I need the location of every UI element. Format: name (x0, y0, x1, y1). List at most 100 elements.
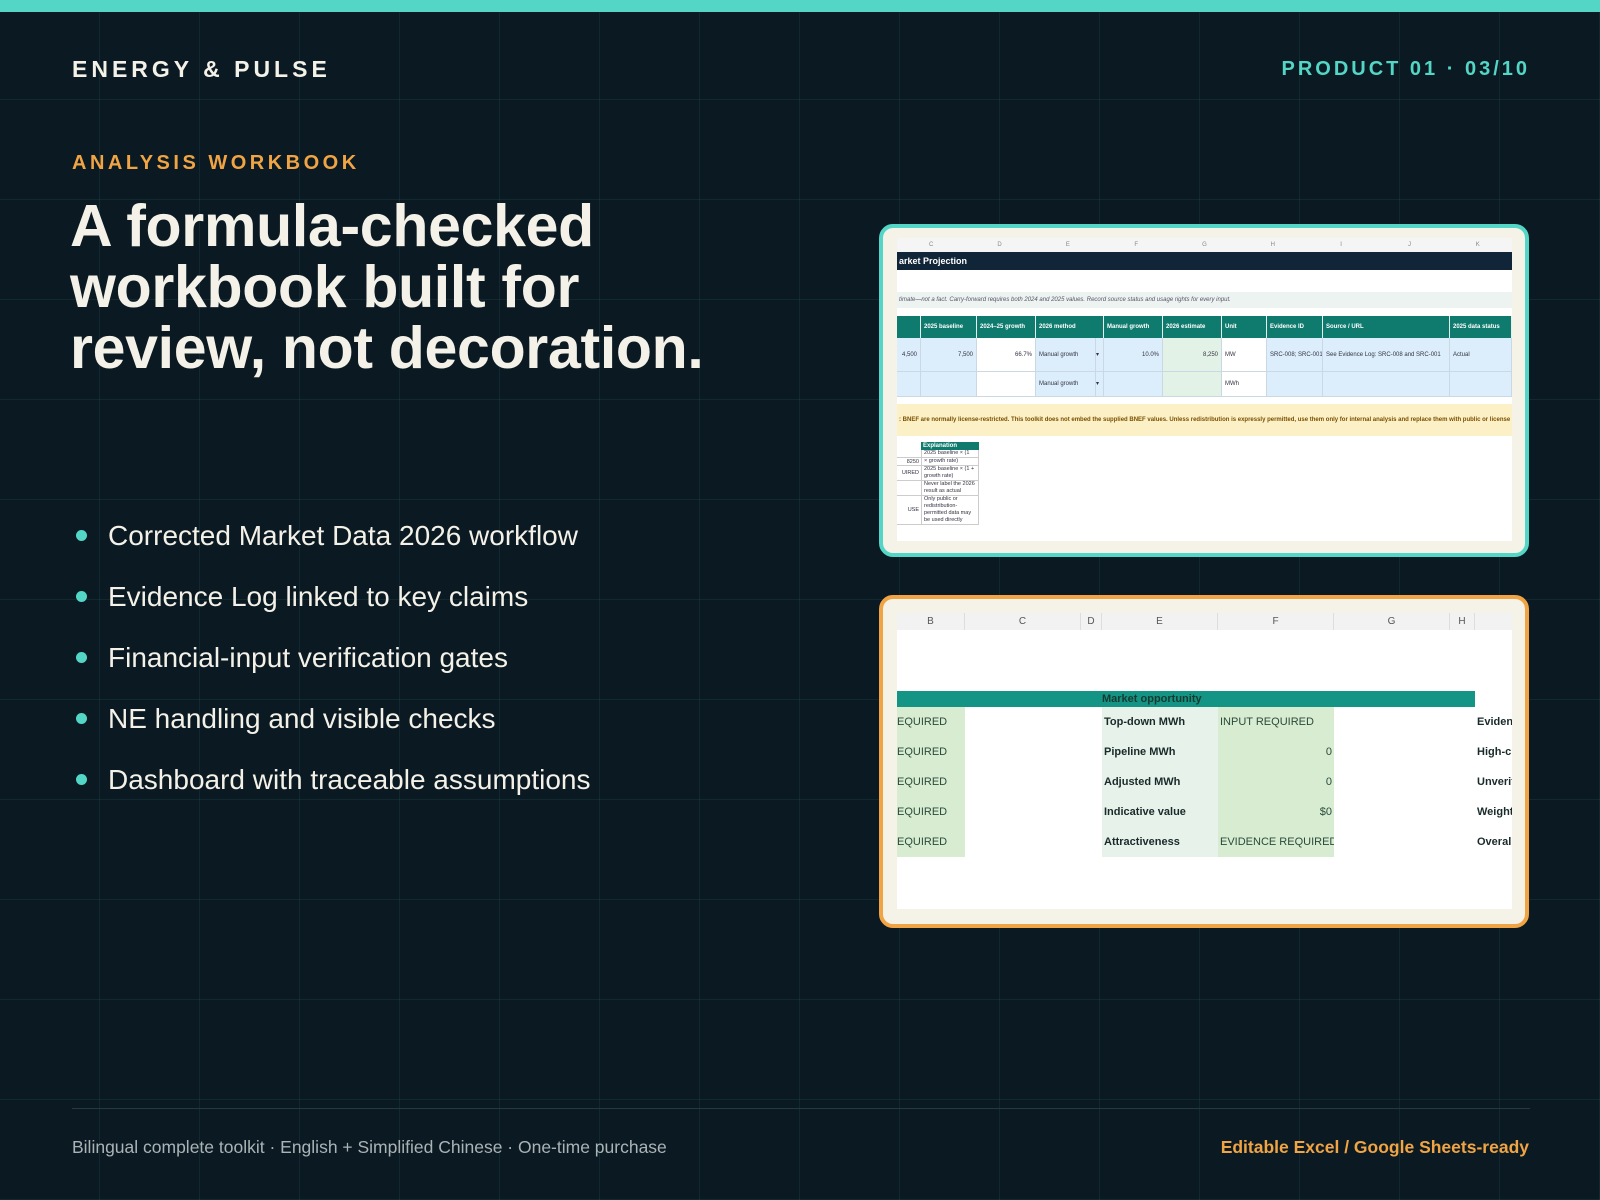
table-cell: 66.7% (977, 338, 1036, 372)
table-row: Manual growth ▾ MWh (897, 372, 1512, 397)
table-cell (1323, 372, 1450, 397)
explanation-row: UIRED 2025 baseline × (1 + growth rate) (897, 466, 979, 481)
explanation-row: USE Only public or redistribution-permit… (897, 496, 979, 525)
column-letter: C (928, 242, 934, 248)
column-letter: D (1081, 613, 1102, 630)
input-status-cell: EQUIRED (897, 767, 965, 797)
column-letter: B (897, 613, 965, 630)
column-letter: E (1102, 613, 1218, 630)
column-letter: I (1340, 242, 1342, 248)
input-status-cell: EQUIRED (897, 737, 965, 767)
table-cell (1163, 372, 1222, 397)
explanation-key: 8250 (906, 458, 919, 465)
column-letter: H (1450, 613, 1475, 630)
table-cell (1450, 372, 1512, 397)
metric-label: Pipeline MWh (1102, 737, 1218, 767)
feature-item: NE handling and visible checks (76, 688, 590, 749)
metric-value: $0 (1218, 797, 1334, 827)
feature-item: Corrected Market Data 2026 workflow (76, 505, 590, 566)
table-cell: See Evidence Log: SRC-008 and SRC-001 (1323, 338, 1450, 372)
explanation-row: Never label the 2026 result as actual (897, 481, 979, 496)
explanation-text: Never label the 2026 result as actual (921, 481, 979, 495)
check-label: Eviden (1475, 707, 1512, 737)
brand-name: ENERGY & PULSE (72, 56, 331, 82)
column-letter: E (1065, 242, 1070, 248)
dropdown-arrow-icon[interactable]: ▾ (1096, 338, 1104, 372)
table-header (897, 316, 921, 338)
feature-text: Financial-input verification gates (108, 641, 508, 673)
table-cell: 7,500 (921, 338, 977, 372)
metric-label: Attractiveness (1102, 827, 1218, 857)
section-eyebrow: ANALYSIS WORKBOOK (72, 152, 360, 174)
spreadsheet-preview: C D E F G H I J K arket Projection timat… (897, 238, 1512, 541)
metric-label: Adjusted MWh (1102, 767, 1218, 797)
dropdown-cell[interactable]: Manual growth (1036, 372, 1096, 397)
explanation-text: Only public or redistribution-permitted … (921, 496, 979, 524)
explanation-text: 2025 baseline × (1 + growth rate) (921, 466, 979, 480)
table-cell (1267, 372, 1323, 397)
feature-item: Financial-input verification gates (76, 627, 590, 688)
column-letter: K (1475, 242, 1480, 248)
table-header: 2026 method (1036, 316, 1104, 338)
table-cell: SRC-008; SRC-001 (1267, 338, 1323, 372)
feature-text: Evidence Log linked to key claims (108, 580, 529, 612)
bullet-dot-icon (76, 713, 87, 724)
top-accent-bar (0, 0, 1600, 12)
explanation-key: UIRED (901, 470, 919, 476)
explanation-text: × growth rate) (921, 458, 979, 465)
metric-label: Indicative value (1102, 797, 1218, 827)
product-counter: PRODUCT 01 · 03/10 (1281, 58, 1530, 80)
dropdown-arrow-icon[interactable]: ▾ (1096, 372, 1104, 397)
spreadsheet-preview: B C D E F G H Market opportunity EQUIRED… (897, 613, 1512, 909)
table-cell (921, 372, 977, 397)
table-header: Unit (1222, 316, 1267, 338)
table-cell: MWh (1222, 372, 1267, 397)
feature-text: Dashboard with traceable assumptions (108, 763, 591, 795)
bullet-dot-icon (76, 530, 87, 541)
explanation-text: 2025 baseline × (1 (921, 450, 979, 457)
explanation-key: USE (907, 507, 919, 513)
table-header: 2024–25 growth (977, 316, 1036, 338)
check-label: High-c (1475, 737, 1512, 767)
dropdown-cell[interactable]: Manual growth (1036, 338, 1096, 372)
column-letters: C D E F G H I J K (897, 238, 1512, 252)
column-letter: C (965, 613, 1081, 630)
table-cell: MW (1222, 338, 1267, 372)
explanation-key (897, 481, 921, 495)
feature-list: Corrected Market Data 2026 workflow Evid… (76, 505, 590, 810)
table-cell (897, 372, 921, 397)
feature-item: Dashboard with traceable assumptions (76, 749, 590, 810)
column-letter: G (1334, 613, 1450, 630)
table-header: Evidence ID (1267, 316, 1323, 338)
license-warning: : BNEF are normally license-restricted. … (897, 404, 1512, 436)
column-letter: D (997, 242, 1002, 248)
footer-divider (72, 1108, 1530, 1109)
table-row: 4,500 7,500 66.7% Manual growth ▾ 10.0% … (897, 338, 1512, 372)
preview-card-dashboard: B C D E F G H Market opportunity EQUIRED… (879, 595, 1529, 928)
metric-value: 0 (1218, 737, 1334, 767)
bullet-dot-icon (76, 591, 87, 602)
explanation-header-row: Explanation (897, 442, 979, 450)
explanation-row: 2025 baseline × (1 (897, 450, 979, 458)
column-letter: J (1407, 242, 1411, 248)
explanation-table: Explanation 2025 baseline × (1 8250 × gr… (897, 442, 979, 525)
table-header: 2025 data status (1450, 316, 1512, 338)
footer-description: Bilingual complete toolkit · English + S… (72, 1137, 667, 1157)
metric-label: Top-down MWh (1102, 707, 1218, 737)
table-header: Source / URL (1323, 316, 1450, 338)
bullet-dot-icon (76, 774, 87, 785)
table-cell (977, 372, 1036, 397)
footer-format-note: Editable Excel / Google Sheets-ready (1220, 1137, 1529, 1157)
table-cell: Actual (1450, 338, 1512, 372)
metric-value: 0 (1218, 767, 1334, 797)
table-header: 2026 estimate (1163, 316, 1222, 338)
column-letter: F (1134, 242, 1138, 248)
input-status-cell: EQUIRED (897, 707, 965, 737)
table-cell (1104, 372, 1163, 397)
metric-value: INPUT REQUIRED (1218, 707, 1334, 737)
metric-value: EVIDENCE REQUIRED (1218, 827, 1334, 857)
explanation-key (897, 450, 921, 457)
table-cell: 10.0% (1104, 338, 1163, 372)
sheet-note: timate—not a fact. Carry-forward require… (897, 292, 1512, 308)
feature-item: Evidence Log linked to key claims (76, 566, 590, 627)
